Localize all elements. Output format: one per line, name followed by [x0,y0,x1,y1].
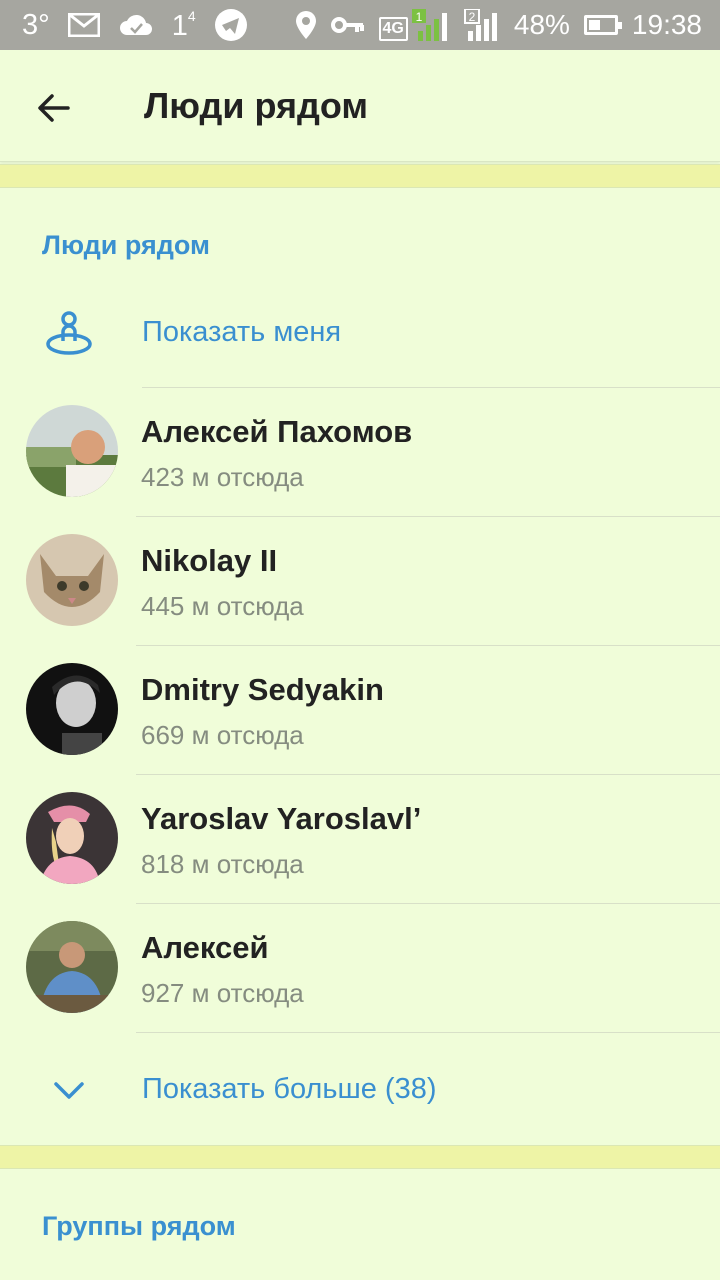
show-me-button[interactable]: Показать меня [0,287,720,377]
person-row[interactable]: Dmitry Sedyakin 669 м отсюда [0,646,720,775]
avatar [26,921,118,1013]
groups-section-header: Группы рядом [42,1211,236,1241]
person-distance: 423 м отсюда [141,462,304,492]
person-name: Алексей [141,930,269,965]
telegram-icon [214,8,248,42]
person-row[interactable]: Алексей Пахомов 423 м отсюда [0,388,720,517]
battery-percent: 48% [513,9,570,40]
notification-count: 14 [171,7,196,42]
person-name: Yaroslav Yaroslavl’ [141,801,422,836]
person-distance: 445 м отсюда [141,591,304,621]
page-title: Люди рядом [144,85,369,126]
person-name: Алексей Пахомов [141,414,413,449]
vpn-key-icon [330,15,365,35]
signal-sim1: 4G 1 [378,9,450,41]
person-row[interactable]: Nikolay II 445 м отсюда [0,517,720,646]
chevron-down-icon [40,1061,98,1119]
app-bar: Люди рядом [0,50,720,162]
person-distance: 818 м отсюда [141,849,304,879]
sim1-label: 1 [416,10,423,24]
location-icon [295,10,317,40]
battery-icon [583,15,622,35]
show-me-label: Показать меня [142,316,342,348]
person-distance: 669 м отсюда [141,720,304,750]
person-name: Dmitry Sedyakin [141,672,384,707]
person-row[interactable]: Алексей 927 м отсюда [0,904,720,1033]
section-divider [0,164,720,188]
people-section-header: Люди рядом [42,230,211,260]
avatar [26,405,118,497]
section-divider [0,1145,720,1169]
row-divider [136,1032,720,1033]
avatar [26,663,118,755]
person-distance: 927 м отсюда [141,978,304,1008]
avatar [26,792,118,884]
person-row[interactable]: Yaroslav Yaroslavl’ 818 м отсюда [0,775,720,904]
sim2-label: 2 [469,10,476,24]
person-name: Nikolay II [141,543,278,578]
status-bar: 3° 14 4G 1 2 48% 19:38 [0,0,720,50]
show-more-button[interactable]: Показать больше (38) [0,1044,720,1134]
weather-temperature: 3° [22,8,50,41]
mail-icon [67,13,100,37]
4g-badge: 4G [378,17,408,41]
back-button[interactable] [26,80,82,136]
show-more-label: Показать больше (38) [142,1073,437,1105]
cloud-icon [118,13,154,37]
clock: 19:38 [631,9,702,40]
person-location-icon [40,304,98,362]
avatar [26,534,118,626]
arrow-back-icon [38,94,70,122]
signal-sim2: 2 [463,9,500,41]
